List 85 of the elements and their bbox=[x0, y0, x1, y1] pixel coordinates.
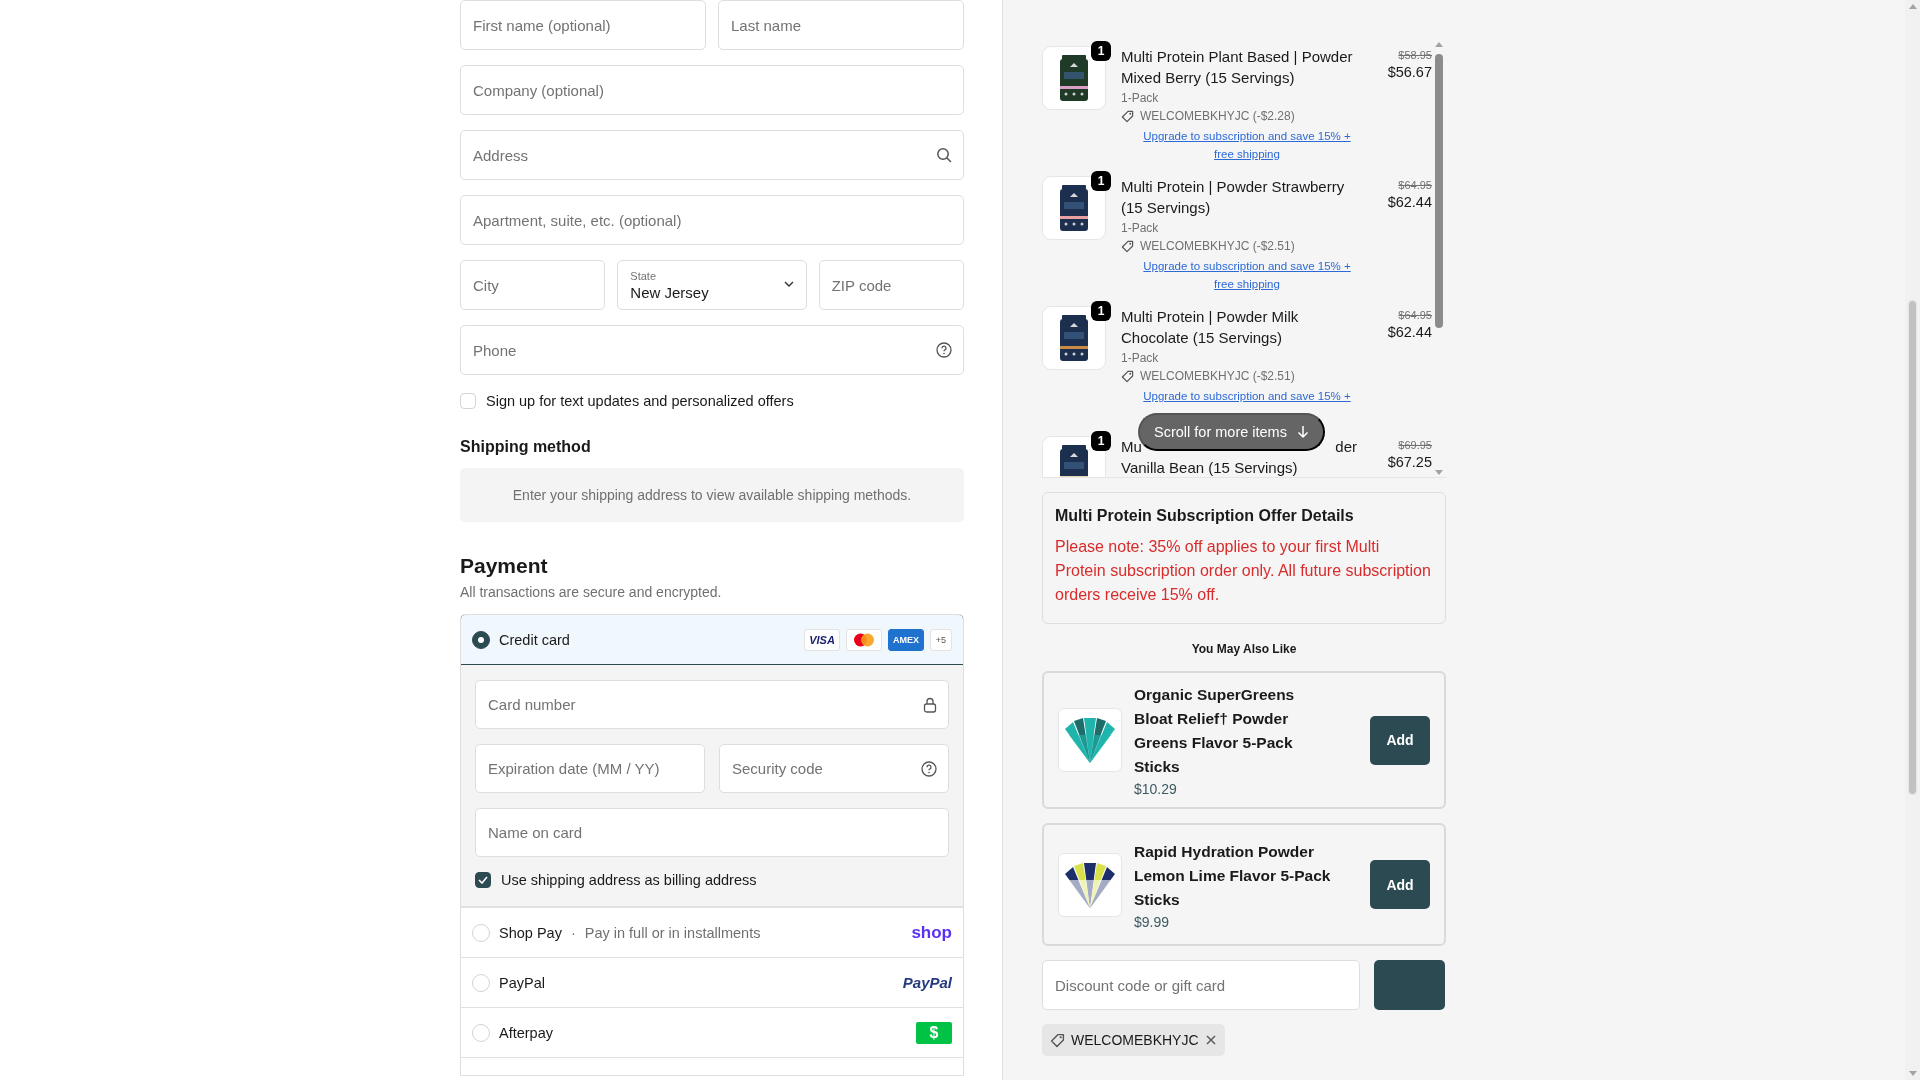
input-field[interactable]: Name on card bbox=[475, 808, 949, 857]
section-heading: You May Also Like bbox=[1190, 642, 1298, 656]
product-title: Organic SuperGreens Bloat Relief† Powder Greens Flavor 5-Pack Sticks bbox=[1134, 685, 1296, 777]
item-price: $62.44 bbox=[1387, 324, 1432, 340]
product-variant: 1-Pack bbox=[1121, 91, 1160, 105]
card-logo bbox=[846, 628, 882, 651]
tag-icon bbox=[1121, 239, 1134, 253]
input-field[interactable]: Apartment, suite, etc. (optional) bbox=[460, 195, 964, 245]
separator-dot: · bbox=[570, 924, 576, 941]
add-button[interactable]: Add bbox=[1370, 860, 1430, 909]
option-label: Shop Pay bbox=[499, 924, 562, 941]
checkmark-icon bbox=[478, 876, 488, 884]
discount-text: WELCOMEBKHYJC (-$2.51) bbox=[1140, 239, 1295, 253]
tag-icon bbox=[1121, 369, 1134, 383]
product-title: Multi Protein | Powder Strawberry (15 Servings) bbox=[1121, 177, 1346, 218]
shipping-notice: Enter your shipping address to view available shipping methods. bbox=[460, 468, 964, 522]
card-logo: VISA bbox=[804, 628, 840, 651]
tag-icon bbox=[1050, 1032, 1065, 1048]
item-price: $67.25 bbox=[1387, 454, 1432, 470]
payment-logo: $ bbox=[916, 1021, 952, 1044]
tag-icon bbox=[1121, 109, 1134, 123]
help-icon[interactable] bbox=[921, 760, 937, 777]
input-field[interactable]: Address bbox=[460, 130, 964, 180]
input-field[interactable]: Phone bbox=[460, 325, 964, 375]
add-button[interactable]: Add bbox=[1370, 715, 1430, 765]
product-variant: 1-Pack bbox=[1121, 351, 1160, 365]
quantity-badge: 1 bbox=[1091, 431, 1111, 451]
discount-text: WELCOMEBKHYJC (-$2.28) bbox=[1140, 109, 1295, 123]
product-title: Multi Protein Plant Based | Powder Mixed Berry (15 Servings) bbox=[1121, 47, 1354, 88]
input-field[interactable]: Company (optional) bbox=[460, 65, 964, 115]
original-price: $64.95 bbox=[1398, 179, 1432, 191]
scrollbar[interactable] bbox=[1905, 0, 1920, 1080]
payment-logo: PayPal bbox=[902, 974, 952, 991]
lock-icon bbox=[923, 696, 937, 713]
item-price: $62.44 bbox=[1387, 194, 1432, 210]
input-field[interactable]: Security code bbox=[719, 744, 949, 793]
product-title: Multi Protein | Powder Milk Chocolate (15 Servings) bbox=[1121, 307, 1300, 348]
upgrade-link[interactable]: Upgrade to subscription and save 15% + bbox=[1121, 387, 1373, 405]
checkbox-label: Use shipping address as billing address bbox=[501, 872, 757, 888]
item-price: $56.67 bbox=[1387, 64, 1432, 80]
input-field[interactable]: Card number bbox=[475, 680, 949, 729]
product-title: Rapid Hydration Powder Lemon Lime Flavor 5-Pack Sticks bbox=[1134, 841, 1332, 910]
section-subtitle: All transactions are secure and encrypted. bbox=[460, 584, 723, 600]
payment-logo: shop bbox=[911, 922, 952, 943]
quantity-badge: 1 bbox=[1091, 41, 1111, 61]
option-label: Afterpay bbox=[499, 1024, 553, 1041]
checkbox[interactable] bbox=[475, 872, 491, 888]
offer-title: Multi Protein Subscription Offer Details bbox=[1055, 507, 1355, 525]
offer-note: Please note: 35% off applies to your first Multi Protein subscription order only. All future subscription orders receive 15% off. bbox=[1055, 537, 1432, 605]
search-icon bbox=[936, 147, 952, 163]
option-label: PayPal bbox=[499, 974, 545, 991]
arrow-down-icon bbox=[1296, 425, 1309, 439]
input-field[interactable]: First name (optional) bbox=[460, 0, 706, 50]
payment-option[interactable]: Credit card VISA AMEX +5 bbox=[461, 615, 963, 665]
product-price: $9.99 bbox=[1134, 913, 1171, 930]
upgrade-link[interactable]: Upgrade to subscription and save 15% + free shipping bbox=[1121, 127, 1373, 163]
checkbox-label: Sign up for text updates and personalized offers bbox=[486, 392, 794, 409]
product-title: Vanilla Bean (15 Servings) bbox=[1121, 458, 1299, 477]
radio-button[interactable] bbox=[472, 630, 490, 649]
product-price: $10.29 bbox=[1134, 781, 1178, 797]
product-variant: 1-Pack bbox=[1121, 221, 1160, 235]
quantity-badge: 1 bbox=[1091, 301, 1111, 321]
section-heading: Payment bbox=[460, 554, 549, 578]
input-field[interactable]: Last name bbox=[718, 0, 964, 50]
close-icon[interactable] bbox=[1204, 1034, 1217, 1046]
input-field[interactable]: ZIP code bbox=[818, 260, 964, 310]
section-heading: Shipping method bbox=[460, 438, 592, 456]
input-field[interactable]: Discount code or gift card bbox=[1042, 960, 1360, 1010]
help-icon[interactable] bbox=[936, 342, 952, 358]
original-price: $58.95 bbox=[1398, 49, 1432, 61]
upgrade-link[interactable]: Upgrade to subscription and save 15% + free shipping bbox=[1121, 257, 1373, 293]
title-fragment: der bbox=[1335, 437, 1357, 457]
discount-text: WELCOMEBKHYJC (-$2.51) bbox=[1140, 369, 1295, 383]
chevron-icon bbox=[783, 281, 794, 288]
quantity-badge: 1 bbox=[1091, 171, 1111, 191]
option-detail: Pay in full or in installments bbox=[584, 924, 761, 941]
card-logo: AMEX bbox=[888, 628, 924, 651]
card-logo: +5 bbox=[930, 628, 952, 651]
input-field[interactable]: City bbox=[460, 260, 606, 310]
original-price: $64.95 bbox=[1398, 309, 1432, 321]
input-field[interactable]: Expiration date (MM / YY) bbox=[475, 744, 705, 793]
discount-code: WELCOMEBKHYJC bbox=[1071, 1032, 1199, 1048]
state-select[interactable]: State New Jersey bbox=[617, 260, 807, 310]
original-price: $69.95 bbox=[1398, 439, 1432, 451]
option-label: Credit card bbox=[499, 631, 570, 648]
